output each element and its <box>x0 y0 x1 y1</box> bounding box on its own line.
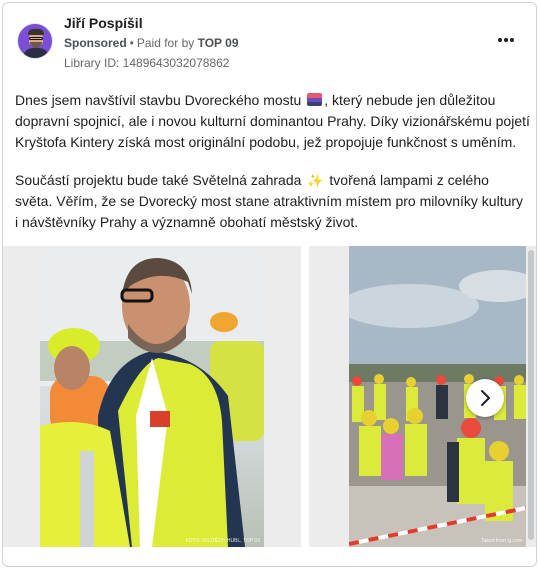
photo-politician-at-construction[interactable]: FOTO: VOJTĚCH HUBL, TOP 09 <box>40 246 264 547</box>
scrollbar[interactable] <box>528 250 534 540</box>
sparkles-emoji-icon: ✨ <box>307 173 324 188</box>
post-paragraph-2: Součástí projektu bude také Světelná zah… <box>15 170 530 233</box>
chevron-right-icon <box>481 390 490 406</box>
image-carousel[interactable]: FOTO: VOJTĚCH HUBL, TOP 09 Taken from ig… <box>3 246 536 547</box>
paragraph-2-start: Součástí projektu bude také Světelná zah… <box>15 172 302 188</box>
more-horizontal-icon <box>498 38 502 42</box>
photo-2-credit: Taken from ig.com <box>481 538 522 544</box>
sponsored-label: Sponsored <box>64 36 127 50</box>
author-name[interactable]: Jiří Pospíšil <box>64 15 143 31</box>
paying-page-link[interactable]: TOP 09 <box>198 36 239 50</box>
post-paragraph-1: Dnes jsem navštívil stavbu Dvoreckého mo… <box>15 90 530 153</box>
photo-1-credit: FOTO: VOJTĚCH HUBL, TOP 09 <box>185 538 260 544</box>
photo-1-illustration <box>40 246 264 547</box>
paid-for-label: Paid for by <box>136 36 195 50</box>
ad-card: Jiří Pospíšil Sponsored • Paid for by TOP … <box>2 2 537 567</box>
more-options-button[interactable] <box>493 31 519 49</box>
carousel-next-button[interactable] <box>466 379 504 417</box>
paragraph-1-start: Dnes jsem navštívil stavbu Dvoreckého mo… <box>15 92 302 108</box>
sponsor-line: Sponsored • Paid for by TOP 09 <box>64 36 239 50</box>
bridge-emoji-icon <box>307 93 323 106</box>
library-id: Library ID: 1489643032078862 <box>64 56 230 70</box>
avatar[interactable] <box>17 23 53 59</box>
separator-dot: • <box>129 36 134 50</box>
